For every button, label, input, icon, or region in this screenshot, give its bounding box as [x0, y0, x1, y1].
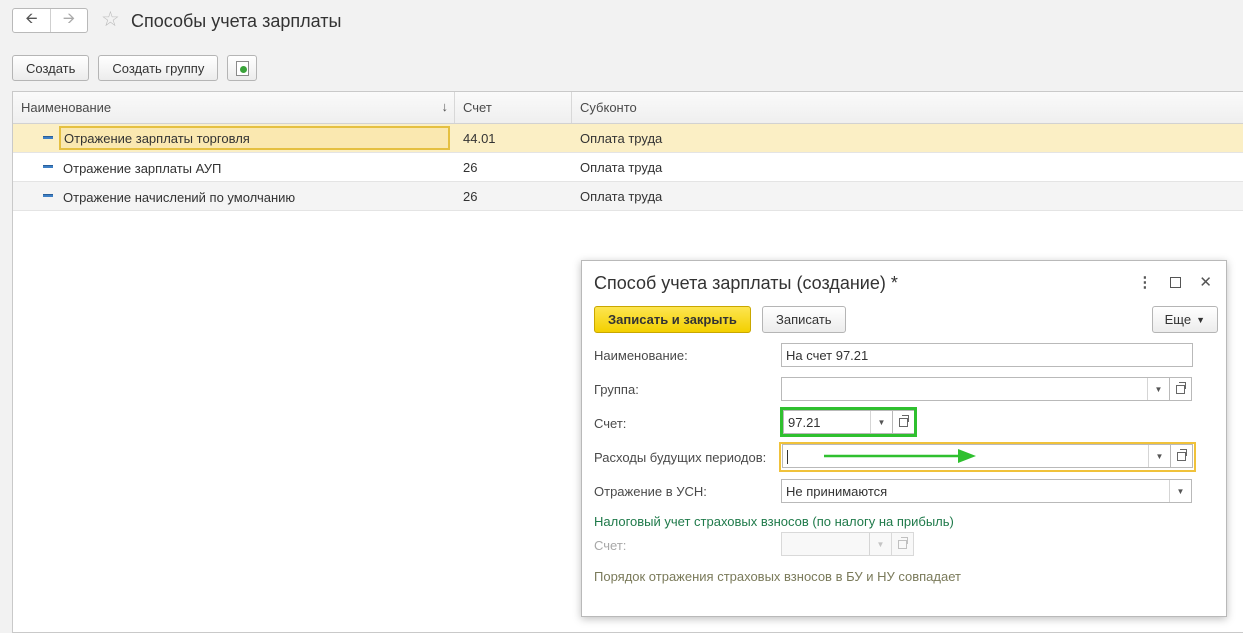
row-subconto: Оплата труда — [580, 188, 663, 204]
group-open-button[interactable] — [1170, 377, 1192, 401]
name-label: Наименование: — [594, 348, 688, 363]
more-actions-button[interactable]: Еще ▼ — [1151, 306, 1218, 333]
page-title: Способы учета зарплаты — [131, 11, 342, 31]
close-icon[interactable]: ✕ — [1199, 273, 1212, 291]
row-name[interactable]: Отражение начислений по умолчанию — [60, 185, 295, 209]
save-and-close-button[interactable]: Записать и закрыть — [594, 306, 751, 333]
green-arrow-icon — [824, 449, 976, 463]
chevron-down-icon: ▼ — [869, 533, 891, 555]
save-button[interactable]: Записать — [762, 306, 846, 333]
column-header-subconto[interactable]: Субконто — [572, 92, 1243, 123]
open-window-icon — [898, 536, 908, 549]
dialog-window-controls: ⋮ ✕ — [1137, 273, 1212, 291]
create-button[interactable]: Создать — [12, 55, 90, 81]
deferred-label: Расходы будущих периодов: — [594, 450, 767, 465]
tax-account-input: ▼ — [781, 532, 892, 556]
favorite-star-icon[interactable]: ☆ — [101, 9, 120, 31]
tax-account-open-button — [892, 532, 914, 556]
row-subconto: Оплата труда — [580, 130, 663, 146]
copy-button[interactable] — [227, 55, 258, 81]
create-group-button[interactable]: Создать группу — [98, 55, 219, 81]
list-toolbar: Создать Создать группу — [12, 55, 258, 81]
forward-arrow-icon[interactable]: 🡪 — [50, 9, 87, 32]
chevron-down-icon[interactable]: ▼ — [1169, 480, 1191, 502]
name-input[interactable]: На счет 97.21 — [781, 343, 1193, 367]
navigation-buttons: 🡨 🡪 — [12, 8, 88, 33]
group-label: Группа: — [594, 382, 639, 397]
usn-select[interactable]: Не принимаются ▼ — [781, 479, 1192, 503]
column-header-name[interactable]: Наименование ↓ — [13, 92, 455, 123]
dialog-title: Способ учета зарплаты (создание) * — [594, 273, 898, 293]
group-input[interactable]: ▼ — [781, 377, 1170, 401]
table-row[interactable]: Отражение зарплаты торговля 44.01 Оплата… — [13, 124, 1243, 153]
top-bar: 🡨 🡪 ☆ Способы учета зарплаты — [0, 0, 1243, 44]
row-name[interactable]: Отражение зарплаты торговля — [59, 126, 450, 150]
row-account: 26 — [463, 188, 478, 204]
usn-label: Отражение в УСН: — [594, 484, 707, 499]
tax-section-title: Налоговый учет страховых взносов (по нал… — [594, 514, 954, 529]
create-dialog: Способ учета зарплаты (создание) * ⋮ ✕ З… — [581, 260, 1227, 617]
add-document-icon — [235, 60, 249, 76]
row-subconto: Оплата труда — [580, 159, 663, 175]
chevron-down-icon[interactable]: ▼ — [1147, 378, 1169, 400]
dialog-toolbar: Записать и закрыть Записать Еще ▼ — [594, 306, 1218, 334]
table-row[interactable]: Отражение начислений по умолчанию 26 Опл… — [13, 182, 1243, 211]
catalog-item-icon — [43, 194, 53, 197]
text-cursor — [787, 450, 788, 464]
highlight-account-frame — [780, 407, 917, 437]
table-header: Наименование ↓ Счет Субконто — [13, 92, 1243, 124]
sort-down-icon: ↓ — [441, 99, 449, 114]
catalog-item-icon — [43, 165, 53, 168]
insurance-note: Порядок отражения страховых взносов в БУ… — [594, 569, 961, 584]
row-account: 26 — [463, 159, 478, 175]
open-window-icon — [1176, 381, 1186, 394]
account-label: Счет: — [594, 416, 627, 431]
more-vertical-icon[interactable]: ⋮ — [1137, 273, 1152, 291]
back-arrow-icon[interactable]: 🡨 — [13, 9, 50, 32]
column-header-account[interactable]: Счет — [455, 92, 572, 123]
maximize-icon[interactable] — [1170, 277, 1182, 288]
chevron-down-icon: ▼ — [1196, 314, 1205, 325]
table-row[interactable]: Отражение зарплаты АУП 26 Оплата труда — [13, 153, 1243, 182]
catalog-item-icon — [43, 136, 53, 139]
row-account: 44.01 — [463, 130, 496, 146]
tax-account-label: Счет: — [594, 538, 627, 553]
row-name[interactable]: Отражение зарплаты АУП — [60, 156, 221, 180]
